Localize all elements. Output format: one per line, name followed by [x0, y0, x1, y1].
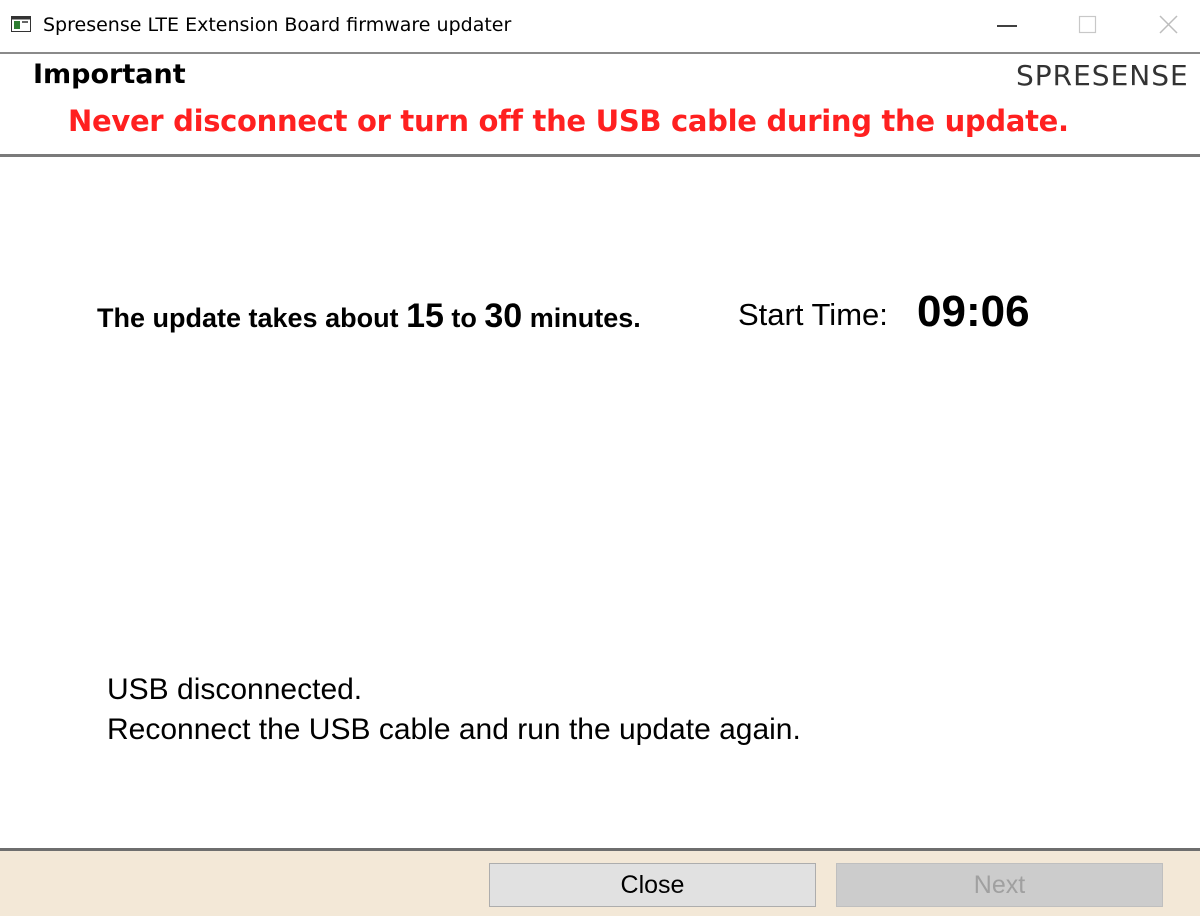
start-time-value: 09:06 [917, 287, 1030, 336]
spresense-logo: SPRESENSE [1016, 59, 1189, 92]
app-icon [11, 16, 31, 32]
minimize-icon [997, 25, 1017, 27]
close-icon [1159, 15, 1178, 34]
updater-window: Spresense LTE Extension Board firmware u… [0, 0, 1200, 916]
maximize-button[interactable] [1065, 6, 1111, 46]
update-duration-text: The update takes about 15 to 30 minutes. [97, 297, 641, 336]
duration-min: 15 [406, 297, 444, 335]
minimize-button[interactable] [987, 6, 1033, 46]
duration-middle: to [443, 303, 485, 333]
title-separator [0, 52, 1200, 54]
usb-warning-message: Never disconnect or turn off the USB cab… [68, 104, 1069, 138]
header-separator [0, 154, 1200, 157]
duration-suffix: minutes. [522, 303, 641, 333]
title-bar: Spresense LTE Extension Board firmware u… [0, 0, 1200, 52]
duration-max: 30 [484, 297, 523, 335]
next-button[interactable]: Next [836, 863, 1163, 907]
start-time-label: Start Time: [738, 297, 888, 332]
duration-prefix: The update takes about [97, 303, 407, 333]
status-usb-disconnected: USB disconnected. [107, 673, 363, 706]
close-button[interactable]: Close [489, 863, 816, 907]
maximize-icon [1078, 15, 1097, 34]
important-heading: Important [33, 59, 186, 90]
close-window-button[interactable] [1146, 6, 1192, 46]
status-reconnect-instruction: Reconnect the USB cable and run the upda… [107, 713, 801, 746]
window-title: Spresense LTE Extension Board firmware u… [43, 14, 512, 36]
